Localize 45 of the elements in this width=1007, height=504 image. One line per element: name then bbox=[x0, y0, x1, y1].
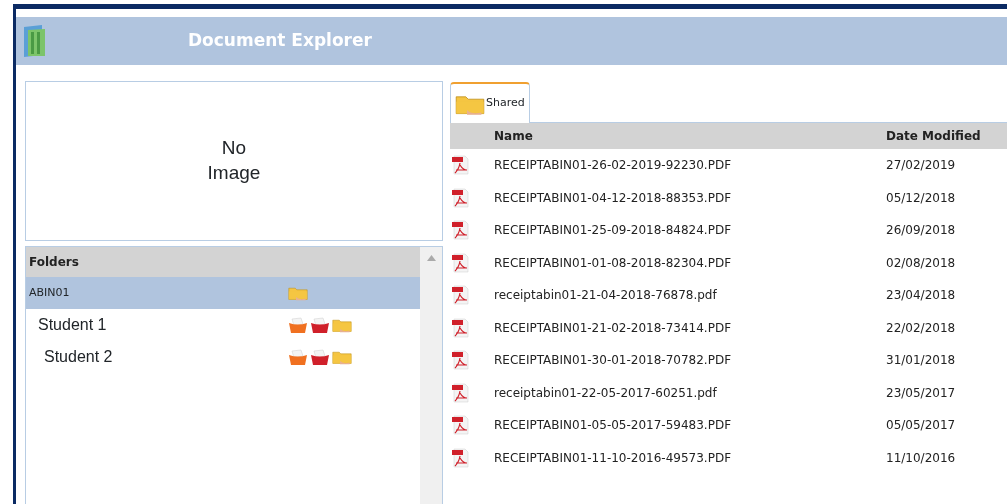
window-title: Document Explorer bbox=[188, 29, 372, 53]
date-modified: 23/04/2018 bbox=[886, 287, 956, 305]
pdf-file-icon[interactable] bbox=[452, 415, 470, 436]
pdf-file-icon[interactable] bbox=[452, 317, 470, 338]
pdf-file-icon[interactable] bbox=[452, 382, 470, 403]
folder-row[interactable]: Student 1 bbox=[26, 309, 420, 341]
open-folder-icon[interactable] bbox=[310, 316, 330, 334]
date-modified: 05/05/2017 bbox=[886, 417, 956, 435]
file-name[interactable]: RECEIPTABIN01-21-02-2018-73414.PDF bbox=[494, 318, 886, 337]
scrollbar[interactable] bbox=[420, 247, 442, 504]
pdf-file-icon[interactable] bbox=[452, 285, 470, 306]
pdf-file-icon[interactable] bbox=[452, 155, 470, 176]
file-name[interactable]: RECEIPTABIN01-11-10-2016-49573.PDF bbox=[494, 448, 886, 467]
column-header[interactable]: Name bbox=[494, 127, 886, 145]
open-folder-icon[interactable] bbox=[288, 348, 308, 366]
shared-tab[interactable]: Shared bbox=[450, 82, 530, 123]
pdf-file-icon[interactable] bbox=[452, 220, 470, 241]
file-name[interactable]: receiptabin01-21-04-2018-76878.pdf bbox=[494, 286, 886, 305]
file-name[interactable]: RECEIPTABIN01-01-08-2018-82304.PDF bbox=[494, 253, 886, 272]
pdf-file-icon[interactable] bbox=[452, 447, 470, 468]
column-header[interactable]: Date Modified bbox=[886, 127, 981, 145]
folder-row[interactable]: ABIN01 bbox=[26, 277, 420, 309]
pdf-file-icon[interactable] bbox=[452, 350, 470, 371]
file-name[interactable]: RECEIPTABIN01-30-01-2018-70782.PDF bbox=[494, 351, 886, 370]
open-folder-icon[interactable] bbox=[310, 348, 330, 366]
date-modified: 22/02/2018 bbox=[886, 319, 956, 337]
file-name[interactable]: receiptabin01-22-05-2017-60251.pdf bbox=[494, 383, 886, 402]
folder-row[interactable]: Student 2 bbox=[26, 341, 420, 373]
date-modified: 11/10/2016 bbox=[886, 449, 956, 467]
pdf-file-icon[interactable] bbox=[452, 252, 470, 273]
date-modified: 26/09/2018 bbox=[886, 222, 956, 240]
file-name[interactable]: RECEIPTABIN01-25-09-2018-84824.PDF bbox=[494, 221, 886, 240]
pdf-file-icon[interactable] bbox=[452, 187, 470, 208]
folders-heading: Folders bbox=[26, 247, 420, 277]
file-name[interactable]: RECEIPTABIN01-05-05-2017-59483.PDF bbox=[494, 416, 886, 435]
date-modified: 05/12/2018 bbox=[886, 189, 956, 207]
date-modified: 23/05/2017 bbox=[886, 384, 956, 402]
file-name[interactable]: RECEIPTABIN01-26-02-2019-92230.PDF bbox=[494, 156, 886, 175]
date-modified: 31/01/2018 bbox=[886, 352, 956, 370]
app-logo-icon bbox=[22, 24, 48, 58]
date-modified: 02/08/2018 bbox=[886, 254, 956, 272]
no-image-text: No Image bbox=[206, 136, 262, 185]
file-name[interactable]: RECEIPTABIN01-04-12-2018-88353.PDF bbox=[494, 188, 886, 207]
open-folder-icon[interactable] bbox=[288, 316, 308, 334]
date-modified: 27/02/2019 bbox=[886, 157, 956, 175]
